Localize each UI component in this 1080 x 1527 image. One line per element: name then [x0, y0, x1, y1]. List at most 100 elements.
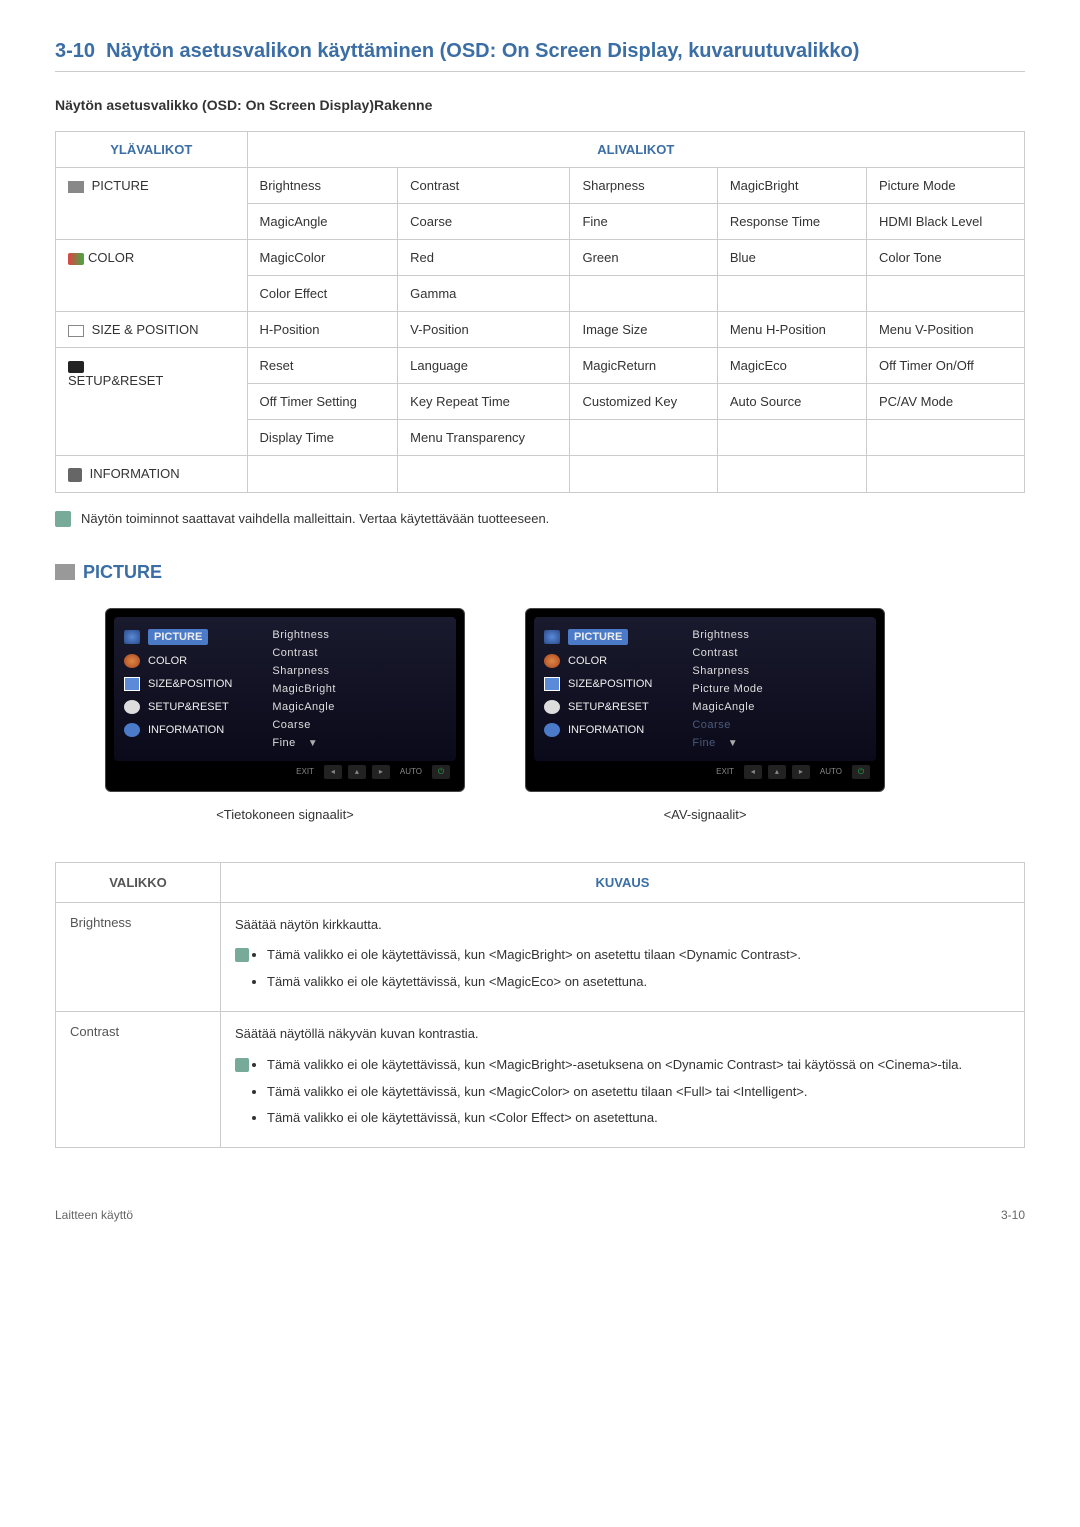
osd-sub: MagicBright: [272, 683, 336, 695]
cell: Display Time: [247, 420, 398, 456]
osd-exit-button: EXIT: [292, 765, 318, 779]
cell: Reset: [247, 348, 398, 384]
menu-color: COLOR: [56, 240, 248, 312]
cell: Sharpness: [570, 168, 717, 204]
cell: [866, 456, 1024, 493]
info-icon: [68, 468, 82, 482]
subtitle-prefix: Näytön asetusvalikko (OSD: On Screen Dis…: [55, 97, 374, 113]
cell: MagicAngle: [247, 204, 398, 240]
osd-sub: Fine ▼: [692, 737, 763, 749]
chevron-down-icon: ▼: [728, 738, 738, 749]
menu-setup: SETUP&RESET: [56, 348, 248, 456]
menu-picture: PICTURE: [56, 168, 248, 240]
desc-contrast-label: Contrast: [56, 1011, 221, 1147]
osd-item-label: COLOR: [148, 655, 187, 667]
osd-item-info: INFORMATION: [124, 723, 232, 737]
osd-caption-row: <Tietokoneen signaalit> <AV-signaalit>: [105, 807, 1025, 822]
cell: MagicBright: [717, 168, 866, 204]
setup-icon: [68, 361, 84, 373]
osd-size-icon: [544, 677, 560, 691]
bullet: Tämä valikko ei ole käytettävissä, kun <…: [267, 1108, 962, 1129]
cell: Green: [570, 240, 717, 276]
osd-auto-button: AUTO: [396, 765, 426, 779]
osd-left-menu: PICTURE COLOR SIZE&POSITION SETUP&RESET …: [124, 629, 232, 749]
cell: Red: [398, 240, 570, 276]
section-number: 3-10: [55, 40, 95, 62]
osd-sub: MagicAngle: [272, 701, 336, 713]
footer-right: 3-10: [1001, 1208, 1025, 1222]
cell: Off Timer Setting: [247, 384, 398, 420]
cell: Menu V-Position: [866, 312, 1024, 348]
subtitle: Näytön asetusvalikko (OSD: On Screen Dis…: [55, 97, 1025, 113]
cell: Color Effect: [247, 276, 398, 312]
cell: Off Timer On/Off: [866, 348, 1024, 384]
osd-info-icon: [124, 723, 140, 737]
osd-item-color: COLOR: [544, 654, 652, 668]
picture-heading-icon: [55, 564, 75, 580]
osd-picture-icon: [124, 630, 140, 644]
osd-item-color: COLOR: [124, 654, 232, 668]
desc-bullets: Tämä valikko ei ole käytettävissä, kun <…: [267, 1055, 962, 1135]
page-footer: Laitteen käyttö 3-10: [55, 1208, 1025, 1222]
cell: V-Position: [398, 312, 570, 348]
note-text: Näytön toiminnot saattavat vaihdella mal…: [81, 511, 549, 526]
osd-sub: Sharpness: [272, 665, 336, 677]
osd-sub: MagicAngle: [692, 701, 763, 713]
desc-bullets: Tämä valikko ei ole käytettävissä, kun <…: [267, 945, 801, 999]
cell: [717, 420, 866, 456]
osd-sub: Brightness: [692, 629, 763, 641]
menu-info-label: INFORMATION: [90, 466, 180, 481]
cell: [866, 276, 1024, 312]
cell: [398, 456, 570, 493]
osd-exit-button: EXIT: [712, 765, 738, 779]
note-icon: [235, 948, 249, 962]
osd-screen-av: PICTURE COLOR SIZE&POSITION SETUP&RESET …: [525, 608, 885, 792]
osd-nav-button: ▸: [372, 765, 390, 779]
cell: [717, 456, 866, 493]
osd-item-label: PICTURE: [568, 629, 628, 645]
osd-sub: Contrast: [272, 647, 336, 659]
cell: Contrast: [398, 168, 570, 204]
osd-sub: Contrast: [692, 647, 763, 659]
osd-item-label: SETUP&RESET: [568, 701, 649, 713]
cell: Menu H-Position: [717, 312, 866, 348]
cell: [717, 276, 866, 312]
osd-row: PICTURE COLOR SIZE&POSITION SETUP&RESET …: [105, 608, 1025, 792]
osd-nav-button: ◂: [324, 765, 342, 779]
osd-item-picture: PICTURE: [544, 629, 652, 645]
osd-sub-label: Fine: [692, 737, 715, 749]
cell: Auto Source: [717, 384, 866, 420]
picture-heading-label: PICTURE: [83, 562, 162, 583]
osd-sub: Picture Mode: [692, 683, 763, 695]
osd-item-info: INFORMATION: [544, 723, 652, 737]
osd-item-label: SIZE&POSITION: [568, 678, 652, 690]
cell: Picture Mode: [866, 168, 1024, 204]
cell: [570, 420, 717, 456]
osd-screen-pc: PICTURE COLOR SIZE&POSITION SETUP&RESET …: [105, 608, 465, 792]
size-icon: [68, 325, 84, 337]
desc-intro: Säätää näytöllä näkyvän kuvan kontrastia…: [235, 1024, 1010, 1045]
caption-pc: <Tietokoneen signaalit>: [105, 807, 465, 822]
cell: [570, 456, 717, 493]
bullet: Tämä valikko ei ole käytettävissä, kun <…: [267, 1055, 962, 1076]
caption-av: <AV-signaalit>: [525, 807, 885, 822]
bullet: Tämä valikko ei ole käytettävissä, kun <…: [267, 972, 801, 993]
cell: HDMI Black Level: [866, 204, 1024, 240]
bullet: Tämä valikko ei ole käytettävissä, kun <…: [267, 1082, 962, 1103]
picture-heading: PICTURE: [55, 562, 1025, 583]
desc-brightness-content: Säätää näytön kirkkautta. Tämä valikko e…: [221, 902, 1025, 1011]
osd-item-label: SETUP&RESET: [148, 701, 229, 713]
osd-item-size: SIZE&POSITION: [124, 677, 232, 691]
cell: H-Position: [247, 312, 398, 348]
desc-header-desc: KUVAUS: [221, 862, 1025, 902]
bullet: Tämä valikko ei ole käytettävissä, kun <…: [267, 945, 801, 966]
osd-nav-button: ▴: [768, 765, 786, 779]
osd-left-menu: PICTURE COLOR SIZE&POSITION SETUP&RESET …: [544, 629, 652, 749]
menu-color-label: COLOR: [88, 250, 134, 265]
osd-sub: Fine▼: [272, 737, 336, 749]
cell: Fine: [570, 204, 717, 240]
menu-setup-label: SETUP&RESET: [68, 373, 163, 388]
cell: MagicReturn: [570, 348, 717, 384]
menu-info: INFORMATION: [56, 456, 248, 493]
osd-item-label: SIZE&POSITION: [148, 678, 232, 690]
